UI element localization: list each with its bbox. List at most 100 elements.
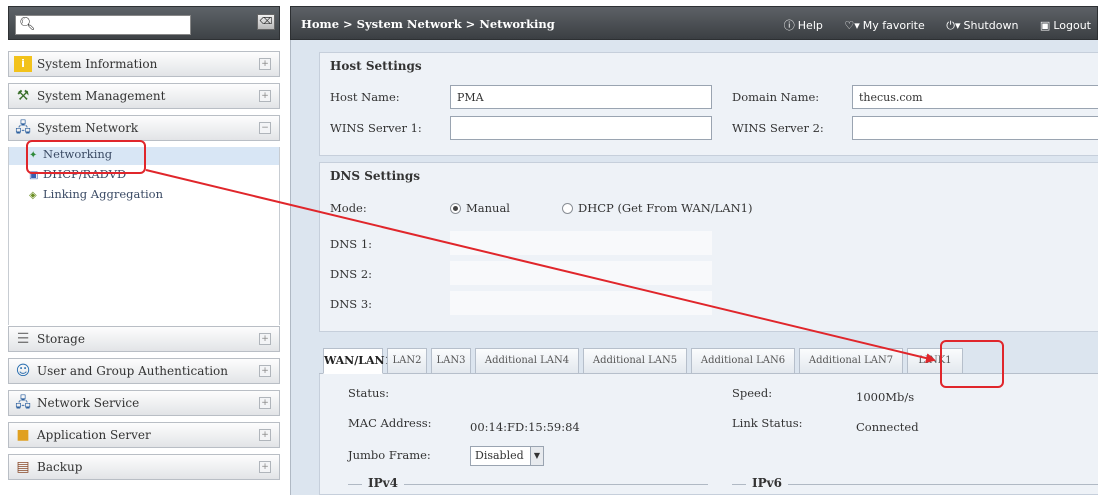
sidebar: 🔍︎ ⌫ i System Information + ⚒ System Man… [8,6,280,495]
chevron-down-icon[interactable]: ▼ [530,447,543,465]
dns-2-label: DNS 2: [330,267,373,281]
sidebar-subitem-linking-aggregation[interactable]: ◈ Linking Aggregation [29,187,163,203]
annotation-highlight-link1 [940,340,1004,388]
users-icon: ☺ [15,363,31,379]
breadcrumb-home[interactable]: Home [301,17,339,31]
search-icon: 🔍︎ [19,17,36,32]
logout-label: Logout [1053,19,1091,32]
storage-icon: ☰ [16,331,30,347]
main-content: Host Settings Host Name: PMA Domain Name… [290,40,1098,495]
jumbo-frame-selected: Disabled [475,449,524,462]
tab-additional-lan6[interactable]: Additional LAN6 [691,348,795,374]
tab-additional-lan5[interactable]: Additional LAN5 [583,348,687,374]
link-status-value: Connected [856,420,919,434]
sidebar-item-user-group-auth[interactable]: ☺ User and Group Authentication + [8,358,280,384]
speed-label: Speed: [732,386,773,400]
logout-button[interactable]: ▣ Logout [1040,19,1091,32]
expand-icon[interactable]: + [259,58,271,70]
dns-mode-dhcp-radio[interactable] [562,203,573,214]
info-icon: i [14,56,32,72]
tab-additional-lan4[interactable]: Additional LAN4 [475,348,579,374]
tab-additional-lan7[interactable]: Additional LAN7 [799,348,903,374]
sidebar-item-label: Storage [37,332,85,346]
sidebar-item-backup[interactable]: ▤ Backup + [8,454,280,480]
ipv6-title: IPv6 [746,476,788,490]
wins-server-2-label: WINS Server 2: [732,121,824,135]
breadcrumb: Home > System Network > Networking [301,17,555,31]
expand-icon[interactable]: + [259,429,271,441]
tab-lan2[interactable]: LAN2 [387,348,427,374]
expand-icon[interactable]: + [259,365,271,377]
breadcrumb-separator: > [465,17,476,31]
tab-lan3[interactable]: LAN3 [431,348,471,374]
sidebar-item-label: Network Service [37,396,140,410]
breadcrumb-page: Networking [479,17,555,31]
help-label: Help [797,19,823,32]
dns-mode-dhcp-label[interactable]: DHCP (Get From WAN/LAN1) [578,201,752,215]
domain-name-input[interactable]: thecus.com [852,85,1098,109]
breadcrumb-separator: > [343,17,353,31]
shutdown-label: Shutdown [963,19,1019,32]
dns-mode-label: Mode: [330,201,367,215]
sidebar-item-label: Backup [37,460,83,474]
host-settings-panel: Host Settings Host Name: PMA Domain Name… [319,52,1098,156]
power-icon: ⏻▾ [946,19,961,32]
sidebar-item-network-service[interactable]: 🖧︎ Network Service + [8,390,280,416]
top-actions: ⓘ Help ♡▾ My favorite ⏻▾ Shutdown ▣ Logout [766,17,1091,33]
sidebar-item-system-network[interactable]: 🖧︎ System Network − [8,115,280,141]
link-status-label: Link Status: [732,416,803,430]
shutdown-button[interactable]: ⏻▾ Shutdown [946,19,1018,32]
wins-server-1-input[interactable] [450,116,712,140]
search-input[interactable]: 🔍︎ [15,15,191,35]
tools-icon: ⚒ [16,88,30,104]
screen-root: 🔍︎ ⌫ i System Information + ⚒ System Man… [0,0,1098,495]
expand-icon[interactable]: + [259,461,271,473]
tab-wan-lan1[interactable]: WAN/LAN1 [323,348,392,374]
mac-address-value: 00:14:FD:15:59:84 [470,420,580,434]
sidebar-item-system-information[interactable]: i System Information + [8,51,280,77]
favorite-button[interactable]: ♡▾ My favorite [844,19,924,32]
subitem-label: Linking Aggregation [43,187,163,201]
jumbo-frame-label: Jumbo Frame: [348,448,431,462]
domain-name-label: Domain Name: [732,90,820,104]
logout-icon: ▣ [1039,19,1051,32]
help-icon: ⓘ [783,19,795,32]
collapse-icon[interactable]: − [259,122,271,134]
heart-icon: ♡▾ [844,19,860,32]
breadcrumb-section[interactable]: System Network [357,17,462,31]
expand-icon[interactable]: + [259,90,271,102]
dns-mode-manual-radio[interactable] [450,203,461,214]
expand-icon[interactable]: + [259,397,271,409]
search-clear-button[interactable]: ⌫ [257,14,275,30]
jumbo-frame-select[interactable]: Disabled ▼ [470,446,544,466]
speed-value: 1000Mb/s [856,390,915,404]
expand-icon[interactable]: + [259,333,271,345]
sidebar-item-system-management[interactable]: ⚒ System Management + [8,83,280,109]
wan-lan1-panel: Status: Speed: 1000Mb/s MAC Address: 00:… [319,374,1098,495]
dns-1-label: DNS 1: [330,237,373,251]
wins-server-2-input[interactable] [852,116,1098,140]
sidebar-item-storage[interactable]: ☰ Storage + [8,326,280,352]
dns-3-input[interactable] [450,291,712,315]
status-label: Status: [348,386,390,400]
service-icon: 🖧︎ [15,395,31,411]
host-name-label: Host Name: [330,90,400,104]
help-button[interactable]: ⓘ Help [784,19,823,32]
ipv4-title: IPv4 [362,476,404,490]
sidebar-item-label: System Management [37,89,166,103]
dns-settings-panel: DNS Settings Mode: Manual DHCP (Get From… [319,162,1098,332]
sidebar-item-label: Application Server [37,428,151,442]
dns-mode-manual-label[interactable]: Manual [466,201,510,215]
dns-settings-title: DNS Settings [330,169,421,183]
sidebar-item-application-server[interactable]: ■ Application Server + [8,422,280,448]
sidebar-item-label: System Information [37,57,158,71]
app-server-icon: ■ [16,427,30,443]
dns-1-input[interactable] [450,231,712,255]
sidebar-item-label: User and Group Authentication [37,364,228,378]
host-name-input[interactable]: PMA [450,85,712,109]
dns-2-input[interactable] [450,261,712,285]
top-bar: Home > System Network > Networking ⓘ Help ♡▾ M… [290,6,1098,40]
ipv6-group: IPv6 [732,476,1098,495]
sidebar-item-label: System Network [37,121,139,135]
link-aggregation-icon: ◈ [29,190,37,201]
